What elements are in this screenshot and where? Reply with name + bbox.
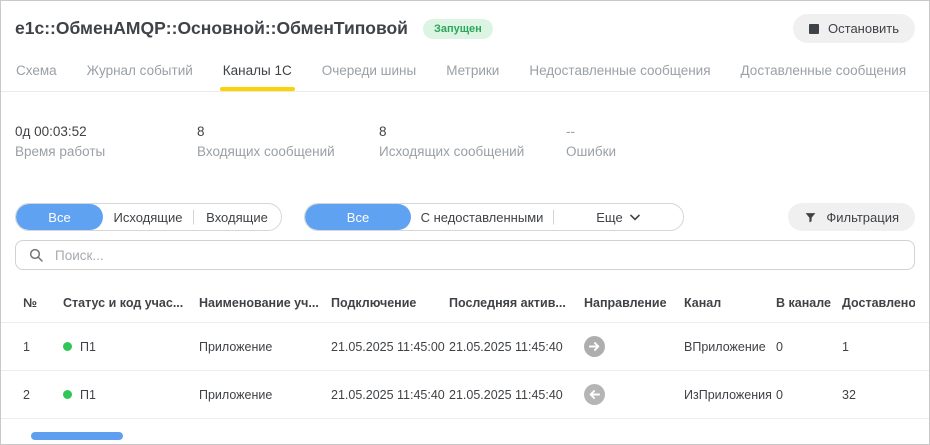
row-number: 1 [23, 339, 30, 354]
tab-bar: Схема Журнал событий Каналы 1С Очереди ш… [1, 58, 929, 92]
tab-metrics[interactable]: Метрики [445, 58, 500, 91]
direction-filter: Все Исходящие Входящие [15, 203, 282, 231]
stat-outgoing-value: 8 [379, 124, 387, 139]
search-row [15, 240, 915, 270]
stat-errors: -- Ошибки [566, 124, 616, 160]
direction-filter-incoming[interactable]: Входящие [193, 204, 281, 230]
col-connection[interactable]: Подключение [331, 296, 449, 310]
in-channel-count: 0 [776, 387, 783, 402]
participant-code: П1 [80, 387, 96, 402]
stat-incoming-label: Входящих сообщений [197, 144, 335, 159]
stat-uptime: 0д 00:03:52 Время работы [15, 124, 197, 160]
chevron-down-icon [629, 214, 640, 221]
participant-name: Приложение [199, 387, 273, 402]
stat-incoming-messages: 8 Входящих сообщений [197, 124, 379, 160]
delivery-filter-more-label: Еще [596, 209, 623, 225]
in-channel-count: 0 [776, 339, 783, 354]
stat-errors-label: Ошибки [566, 144, 617, 159]
stats-row: 0д 00:03:52 Время работы 8 Входящих сооб… [1, 124, 929, 160]
arrow-right-circle-icon [584, 336, 605, 357]
direction-filter-all[interactable]: Все [16, 204, 103, 230]
stop-icon [809, 23, 820, 34]
col-number[interactable]: № [23, 296, 63, 310]
status-dot-icon [63, 390, 72, 399]
status-badge: Запущен [422, 18, 493, 39]
channel-name: ИзПриложения [684, 387, 772, 402]
stat-outgoing-label: Исходящих сообщений [379, 144, 525, 159]
stat-outgoing-messages: 8 Исходящих сообщений [379, 124, 566, 160]
search-box [15, 240, 915, 270]
last-activity-time: 21.05.2025 11:45:40 [449, 339, 563, 354]
channel-name: ВПриложение [684, 339, 766, 354]
page-title: e1c::ОбменAMQP::Основной::ОбменТиповой [15, 18, 408, 38]
delivery-filter-undelivered[interactable]: С недоставленными [411, 204, 553, 230]
stat-incoming-value: 8 [197, 124, 205, 139]
connection-time: 21.05.2025 11:45:00 [331, 339, 445, 354]
top-bar: e1c::ОбменAMQP::Основной::ОбменТиповой З… [1, 1, 929, 43]
tab-channels-1c[interactable]: Каналы 1С [219, 58, 295, 91]
filtration-button[interactable]: Фильтрация [788, 203, 915, 231]
delivery-filter-all[interactable]: Все [305, 204, 411, 230]
row-status: П1 [63, 340, 199, 354]
channels-table: № Статус и код учас... Наименование уч..… [1, 270, 929, 419]
tab-delivered-messages[interactable]: Доставленные сообщения [740, 58, 908, 91]
tab-event-log[interactable]: Журнал событий [86, 58, 194, 91]
stat-errors-value: -- [566, 124, 575, 139]
delivery-filter: Все С недоставленными Еще [304, 203, 684, 231]
row-number: 2 [23, 387, 30, 402]
col-in-channel[interactable]: В канале [776, 296, 842, 310]
filter-funnel-icon [805, 212, 816, 222]
col-channel[interactable]: Канал [684, 296, 776, 310]
stat-uptime-label: Время работы [15, 144, 106, 159]
direction-icon [584, 336, 684, 357]
participant-name: Приложение [199, 339, 273, 354]
tab-schema[interactable]: Схема [15, 58, 58, 91]
horizontal-scrollbar-thumb[interactable] [31, 432, 123, 440]
title-wrap: e1c::ОбменAMQP::Основной::ОбменТиповой З… [15, 18, 493, 39]
tab-undelivered-messages[interactable]: Недоставленные сообщения [528, 58, 711, 91]
col-status-code[interactable]: Статус и код учас... [63, 296, 199, 310]
tab-bus-queues[interactable]: Очереди шины [321, 58, 417, 91]
delivered-count: 1 [842, 339, 849, 354]
col-direction[interactable]: Направление [584, 296, 684, 310]
col-delivered[interactable]: Доставлено [842, 296, 915, 310]
arrow-left-circle-icon [584, 384, 605, 405]
delivery-filter-more[interactable]: Еще [553, 204, 683, 230]
row-status: П1 [63, 388, 199, 402]
table-row[interactable]: 2 П1 Приложение 21.05.2025 11:45:40 21.0… [1, 371, 929, 419]
last-activity-time: 21.05.2025 11:45:40 [449, 387, 563, 402]
filter-row: Все Исходящие Входящие Все С недоставлен… [15, 203, 915, 231]
stop-button-label: Остановить [828, 21, 899, 36]
filtration-button-label: Фильтрация [826, 209, 899, 225]
table-header: № Статус и код учас... Наименование уч..… [1, 270, 929, 323]
col-name[interactable]: Наименование уч... [199, 296, 331, 310]
table-row[interactable]: 1 П1 Приложение 21.05.2025 11:45:00 21.0… [1, 323, 929, 371]
col-last-activity[interactable]: Последняя актив... [449, 296, 584, 310]
direction-icon [584, 384, 684, 405]
direction-filter-outgoing[interactable]: Исходящие [103, 204, 193, 230]
search-icon [29, 248, 43, 262]
delivered-count: 32 [842, 387, 856, 402]
connection-time: 21.05.2025 11:45:40 [331, 387, 445, 402]
exchange-monitor-panel: e1c::ОбменAMQP::Основной::ОбменТиповой З… [0, 0, 930, 445]
status-dot-icon [63, 342, 72, 351]
participant-code: П1 [80, 339, 96, 354]
stat-uptime-value: 0д 00:03:52 [15, 124, 87, 139]
search-input[interactable] [55, 247, 902, 263]
stop-button[interactable]: Остановить [793, 14, 915, 43]
